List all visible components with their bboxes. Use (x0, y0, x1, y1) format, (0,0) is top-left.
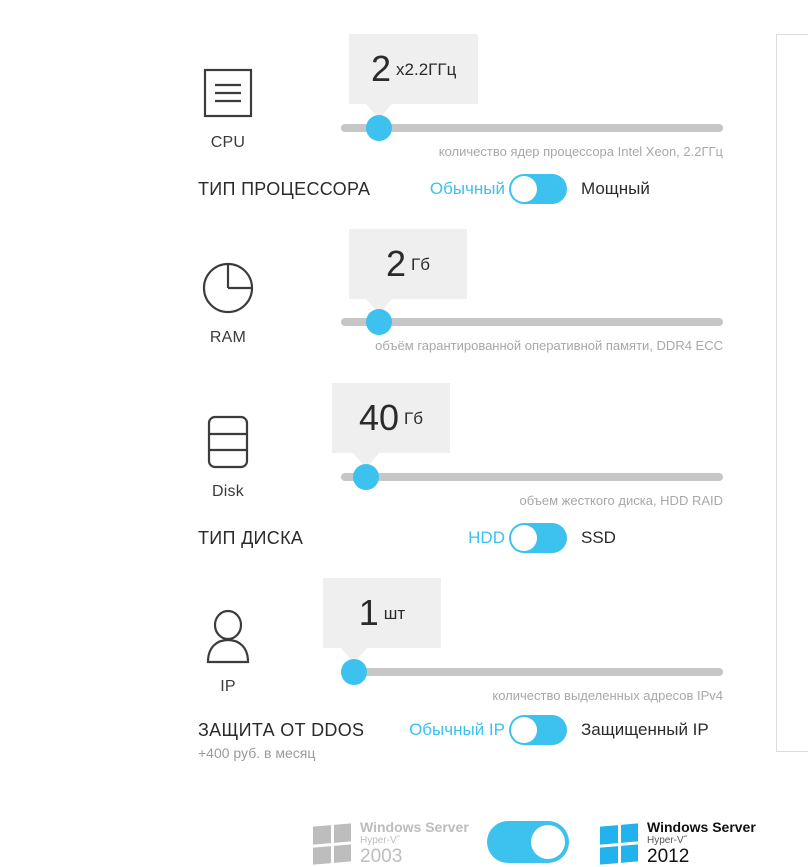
slider-value-bubble-disk: 40 Гб (332, 383, 450, 453)
slider-unit-disk: Гб (404, 408, 423, 428)
os-year-2003: 2003 (360, 846, 403, 867)
spec-icon-column-cpu: CPU (178, 62, 278, 152)
windows-logo-icon-2003 (313, 822, 351, 865)
os-switch[interactable] (487, 821, 569, 863)
os-label-2012: Windows Server Hyper-V˝ 2012 (647, 820, 756, 867)
slider-hint-ram: объём гарантированной оперативной памяти… (375, 338, 723, 353)
slider-knob-disk[interactable] (353, 464, 379, 490)
slider-value-bubble-cpu: 2 x2.2ГГц (349, 34, 479, 104)
option-left-label-ddos[interactable]: Обычный IP (330, 713, 505, 747)
spec-caption-disk: Disk (212, 483, 244, 500)
spec-caption-cpu: CPU (210, 134, 246, 151)
os-option-2003[interactable]: Windows Server Hyper-V˝ 2003 (313, 820, 469, 867)
option-switch-processor-type[interactable] (509, 174, 567, 204)
server-configurator: CPU 2 x2.2ГГц количество ядер процессора… (0, 0, 776, 867)
slider-knob-ram[interactable] (366, 309, 392, 335)
ip-icon (178, 606, 278, 668)
option-row-ddos: ЗАЩИТА ОТ DDOS +400 руб. в месяц Обычный… (0, 713, 776, 761)
spec-icon-column-disk: Disk (178, 411, 278, 501)
option-switch-ddos[interactable] (509, 715, 567, 745)
slider-track-disk[interactable] (341, 464, 723, 490)
slider-hint-disk: объем жесткого диска, HDD RAID (519, 493, 724, 508)
spec-caption-ip: IP (220, 678, 236, 695)
ram-icon (178, 257, 278, 319)
spec-icon-column-ram: RAM (178, 257, 278, 347)
slider-value-ram: 2 (386, 243, 407, 284)
option-switch-disk-type[interactable] (509, 523, 567, 553)
disk-icon (178, 411, 278, 473)
os-switch-knob (531, 825, 565, 859)
slider-track-cpu[interactable] (341, 115, 723, 141)
spec-icon-column-ip: IP (178, 606, 278, 696)
slider-value-bubble-ip: 1 шт (323, 578, 441, 648)
switch-knob-disk-type (511, 525, 537, 551)
os-hyperv-2003: Hyper-V˝ (360, 834, 401, 846)
slider-knob-ip[interactable] (341, 659, 367, 685)
option-row-disk-type: ТИП ДИСКА HDD SSD (0, 521, 776, 555)
spec-caption-ram: RAM (209, 329, 247, 346)
option-left-label-processor-type[interactable]: Обычный (330, 172, 505, 206)
cpu-icon (178, 62, 278, 124)
option-subtitle-ddos: +400 руб. в месяц (198, 745, 316, 761)
slider-hint-cpu: количество ядер процессора Intel Xeon, 2… (438, 144, 723, 159)
slider-unit-cpu: x2.2ГГц (396, 59, 457, 79)
option-right-label-disk-type[interactable]: SSD (581, 521, 616, 555)
os-option-2012[interactable]: Windows Server Hyper-V˝ 2012 (600, 820, 756, 867)
option-row-processor-type: ТИП ПРОЦЕССОРА Обычный Мощный (0, 172, 776, 206)
option-right-label-ddos[interactable]: Защищенный IP (581, 713, 709, 747)
os-label-2003: Windows Server Hyper-V˝ 2003 (360, 820, 469, 867)
os-hyperv-2012: Hyper-V˝ (647, 834, 688, 846)
slider-value-bubble-ram: 2 Гб (349, 229, 467, 299)
option-right-label-processor-type[interactable]: Мощный (581, 172, 650, 206)
switch-knob-ddos (511, 717, 537, 743)
windows-logo-icon-2012 (600, 822, 638, 865)
slider-value-ip: 1 (358, 592, 379, 633)
slider-unit-ip: шт (383, 603, 406, 623)
slider-unit-ram: Гб (411, 254, 430, 274)
slider-knob-cpu[interactable] (366, 115, 392, 141)
slider-track-ip[interactable] (341, 659, 723, 685)
slider-value-disk: 40 (359, 397, 400, 438)
side-panel (776, 34, 808, 752)
os-name-2012: Windows Server (647, 819, 756, 835)
option-left-label-disk-type[interactable]: HDD (330, 521, 505, 555)
os-year-2012: 2012 (647, 846, 690, 867)
switch-knob-processor-type (511, 176, 537, 202)
os-selector-row: Windows Server Hyper-V˝ 2003 Windows Ser… (0, 806, 776, 867)
configurator-page: CPU 2 x2.2ГГц количество ядер процессора… (0, 0, 808, 867)
slider-track-ram[interactable] (341, 309, 723, 335)
slider-hint-ip: количество выделенных адресов IPv4 (492, 688, 723, 703)
slider-value-cpu: 2 (371, 48, 392, 89)
option-title-disk-type: ТИП ДИСКА (198, 528, 304, 548)
os-name-2003: Windows Server (360, 819, 469, 835)
